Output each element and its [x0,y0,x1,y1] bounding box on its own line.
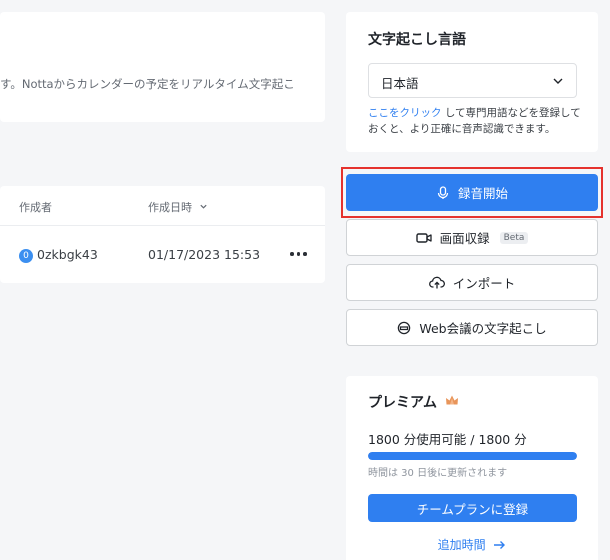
usage-text: 1800 分使用可能 / 1800 分 [368,432,527,447]
transcription-language-card: 文字起こし言語 日本語 ここをクリック して専門用語などを登録しておくと、より正… [346,12,598,152]
premium-title: プレミアム [368,395,438,411]
chevron-down-icon [199,204,207,209]
chevron-down-icon [553,78,563,84]
usage-progress-fill [368,452,577,460]
language-select-value: 日本語 [381,76,419,91]
team-plan-button[interactable]: チームプランに登録 [368,494,577,522]
renewal-note: 時間は 30 日後に更新されます [368,468,508,479]
import-button[interactable]: インポート [346,264,598,301]
more-options-icon[interactable] [290,252,307,256]
arrow-right-icon [494,541,506,549]
meeting-icon [398,321,411,334]
glossary-link[interactable]: ここをクリック [368,107,442,119]
banner-text: す。Nottaからカレンダーの予定をリアルタイム文字起こ [0,77,295,91]
import-label: インポート [452,276,516,291]
language-hint: ここをクリック して専門用語などを登録しておくと、より正確に音声認識できます。 [368,105,583,137]
recordings-table: 作成者 作成日時 0 0zkbgk43 01/17/2023 15:53 [0,186,325,283]
info-banner: す。Nottaからカレンダーの予定をリアルタイム文字起こ [0,12,325,122]
column-created-label: 作成日時 [148,201,192,214]
crown-icon [446,395,458,405]
add-time-link[interactable]: 追加時間 [346,536,598,553]
web-meeting-transcription-button[interactable]: Web会議の文字起こし [346,309,598,346]
owner-name: 0zkbgk43 [37,247,98,262]
microphone-icon [437,185,449,199]
web-meeting-label: Web会議の文字起こし [419,321,547,336]
beta-badge: Beta [499,231,529,244]
table-row[interactable]: 0 0zkbgk43 01/17/2023 15:53 [0,226,325,283]
cloud-upload-icon [428,276,445,289]
owner-avatar: 0 [19,249,33,263]
usage-progress-bar [368,452,577,460]
row-created: 01/17/2023 15:53 [148,247,261,262]
start-recording-button[interactable]: 録音開始 [346,174,598,211]
row-owner: 0 0zkbgk43 [19,247,98,263]
start-recording-label: 録音開始 [457,186,508,201]
screen-recording-label: 画面収録 [439,231,490,246]
add-time-label: 追加時間 [437,538,486,552]
video-camera-icon [415,232,432,243]
language-select[interactable]: 日本語 [368,63,577,98]
language-title: 文字起こし言語 [368,32,466,48]
screen-recording-button[interactable]: 画面収録 Beta [346,219,598,256]
table-header: 作成者 作成日時 [0,186,325,226]
column-created[interactable]: 作成日時 [148,199,208,215]
column-owner: 作成者 [19,201,52,214]
premium-card: プレミアム 1800 分使用可能 / 1800 分 時間は 30 日後に更新され… [346,376,598,560]
